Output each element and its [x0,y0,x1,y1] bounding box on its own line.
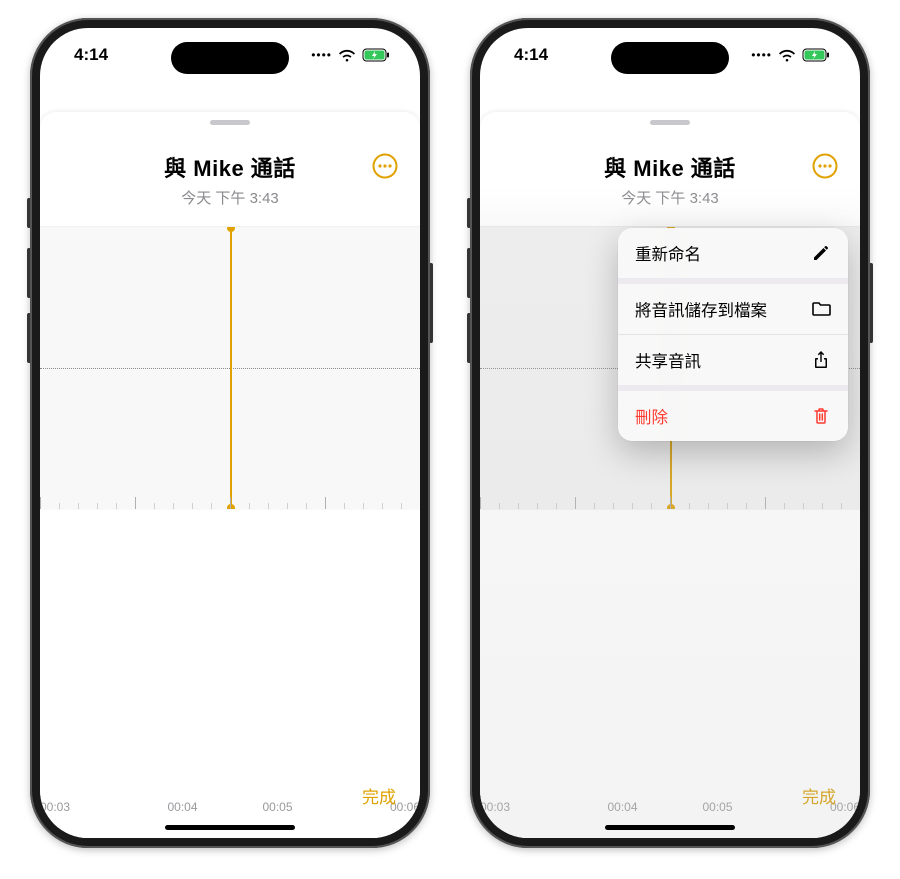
more-button[interactable] [812,153,838,179]
battery-charging-icon [802,48,830,62]
recording-title: 與 Mike 通話 [40,151,420,183]
tick-label: 00:04 [575,800,670,828]
trash-icon [811,406,831,426]
menu-delete[interactable]: 刪除 [618,391,848,441]
menu-rename-label: 重新命名 [635,241,701,265]
tick-label: 00:05 [670,800,765,828]
recording-subtitle: 今天 下午 3:43 [40,187,420,208]
recording-sheet: 與 Mike 通話 今天 下午 3:43 00:03 00:04 00:05 0… [40,112,420,838]
tick-label: 00:04 [135,800,230,828]
pencil-icon [811,243,831,263]
menu-share-audio[interactable]: 共享音訊 [618,335,848,385]
tick-label: 00:05 [230,800,325,828]
tick-label: 00:03 [40,800,135,828]
menu-save-audio-label: 將音訊儲存到檔案 [635,297,767,321]
more-button[interactable] [372,153,398,179]
home-indicator[interactable] [605,825,735,830]
status-time: 4:14 [514,45,548,65]
recording-subtitle: 今天 下午 3:43 [480,187,860,208]
grabber[interactable] [650,120,690,125]
wifi-icon [778,49,796,62]
wifi-icon [338,49,356,62]
done-button[interactable]: 完成 [802,783,836,808]
dynamic-island [611,42,729,74]
recording-sheet: 與 Mike 通話 今天 下午 3:43 00:03 00:04 00:05 0… [480,112,860,838]
cellular-dots-icon: •••• [751,48,772,62]
menu-share-audio-label: 共享音訊 [635,348,701,372]
status-time: 4:14 [74,45,108,65]
cellular-dots-icon: •••• [311,48,332,62]
share-icon [811,350,831,370]
dynamic-island [171,42,289,74]
menu-delete-label: 刪除 [635,404,668,428]
grabber[interactable] [210,120,250,125]
context-menu: 重新命名 將音訊儲存到檔案 共享音訊 刪除 [618,228,848,441]
done-button[interactable]: 完成 [362,783,396,808]
tick-label: 00:03 [480,800,575,828]
menu-save-audio[interactable]: 將音訊儲存到檔案 [618,284,848,334]
waveform-scrubber[interactable] [40,226,420,510]
menu-rename[interactable]: 重新命名 [618,228,848,278]
recording-title: 與 Mike 通話 [480,151,860,183]
playhead[interactable] [230,227,232,509]
phone-right: 4:14 •••• 與 Mike 通話 今天 下午 3:43 [470,18,870,848]
battery-charging-icon [362,48,390,62]
home-indicator[interactable] [165,825,295,830]
folder-icon [811,299,831,319]
phone-left: 4:14 •••• 與 Mike 通話 今天 下午 3:43 [30,18,430,848]
